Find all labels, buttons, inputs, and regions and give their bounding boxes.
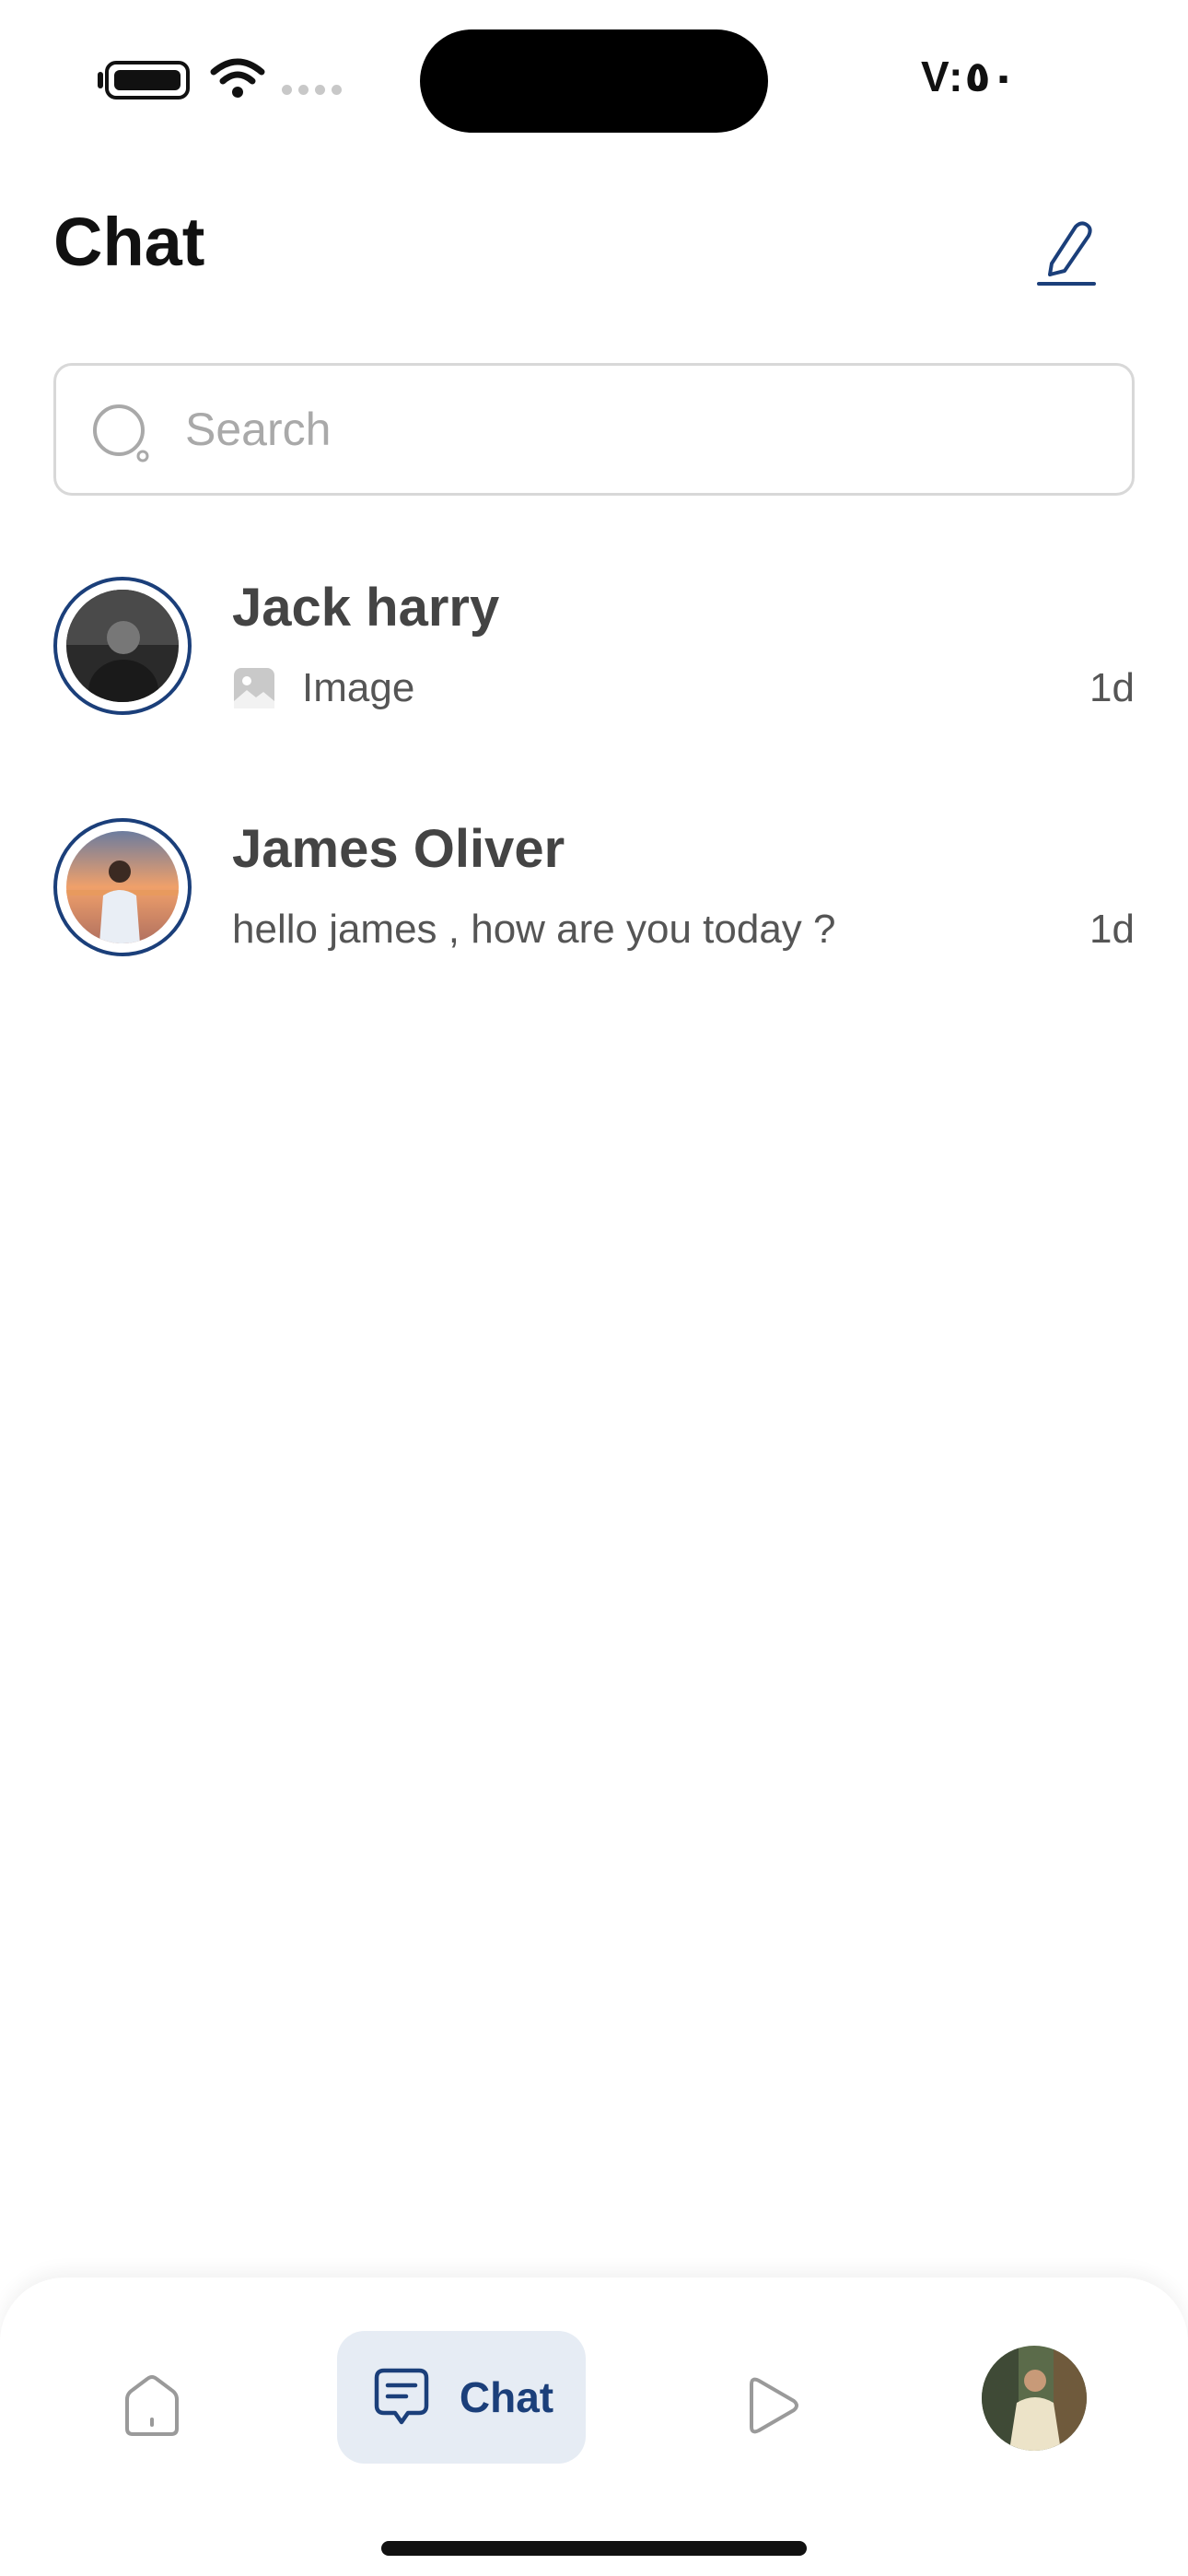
avatar[interactable] <box>53 577 192 715</box>
message-time: 1d <box>1089 907 1135 952</box>
battery-icon <box>105 61 190 100</box>
profile-avatar[interactable] <box>982 2346 1087 2451</box>
message-preview: hello james , how are you today ? <box>232 907 836 952</box>
dynamic-island <box>420 29 768 133</box>
battery-cap <box>98 72 103 88</box>
chat-icon <box>374 2368 429 2425</box>
message-preview: Image <box>232 665 414 711</box>
wifi-icon <box>210 58 265 98</box>
bottom-nav: Chat <box>0 2277 1188 2576</box>
search-input[interactable] <box>185 366 1088 493</box>
cellular-signal-icon <box>282 85 342 95</box>
search-icon <box>93 404 149 463</box>
contact-name: Jack harry <box>232 578 500 638</box>
home-indicator <box>381 2541 807 2556</box>
page-title: Chat <box>53 204 205 280</box>
contact-name: James Oliver <box>232 819 565 879</box>
chat-list-item[interactable]: James Oliver hello james , how are you t… <box>53 818 1135 966</box>
tab-chat-label: Chat <box>459 2373 554 2421</box>
tab-chat[interactable]: Chat <box>337 2331 586 2464</box>
avatar[interactable] <box>53 818 192 956</box>
status-bar: V:٥٠ <box>0 0 1188 157</box>
compose-button[interactable] <box>1035 217 1098 287</box>
search-bar[interactable] <box>53 363 1135 496</box>
message-preview-text: Image <box>302 665 415 710</box>
image-icon <box>234 668 274 708</box>
status-time: V:٥٠ <box>921 53 1017 100</box>
message-time: 1d <box>1089 665 1135 710</box>
home-icon[interactable] <box>118 2371 186 2440</box>
chat-list-item[interactable]: Jack harry Image 1d <box>53 577 1135 724</box>
play-icon[interactable] <box>742 2373 801 2438</box>
pencil-edit-icon <box>1037 221 1096 286</box>
